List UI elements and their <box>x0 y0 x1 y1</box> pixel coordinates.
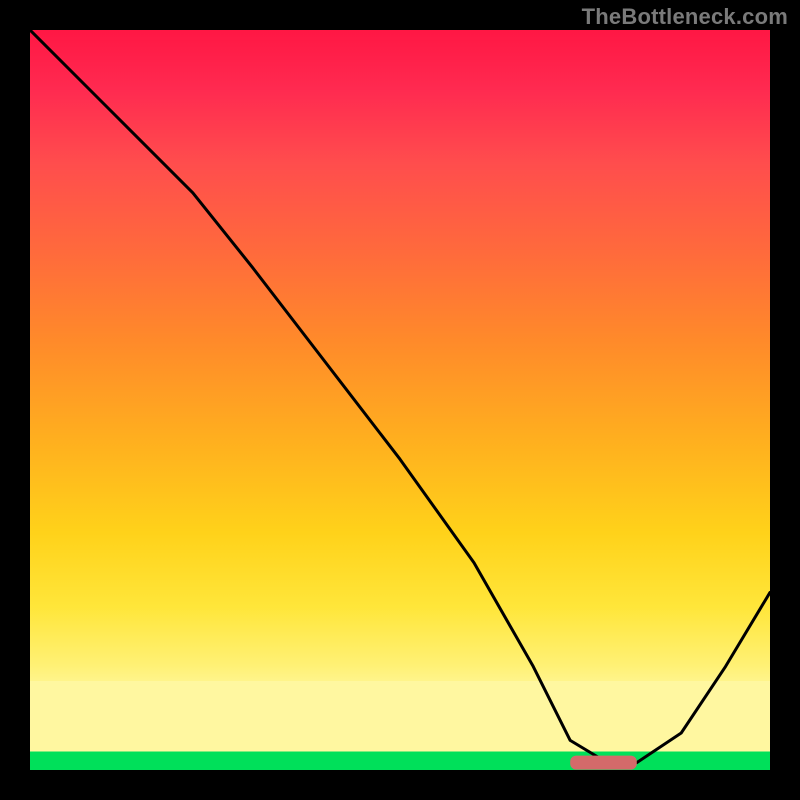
optimal-range-marker <box>570 756 637 770</box>
plot-area <box>30 30 770 770</box>
chart-overlay <box>30 30 770 770</box>
chart-container: TheBottleneck.com <box>0 0 800 800</box>
watermark-text: TheBottleneck.com <box>582 4 788 30</box>
bottleneck-curve <box>30 30 770 763</box>
